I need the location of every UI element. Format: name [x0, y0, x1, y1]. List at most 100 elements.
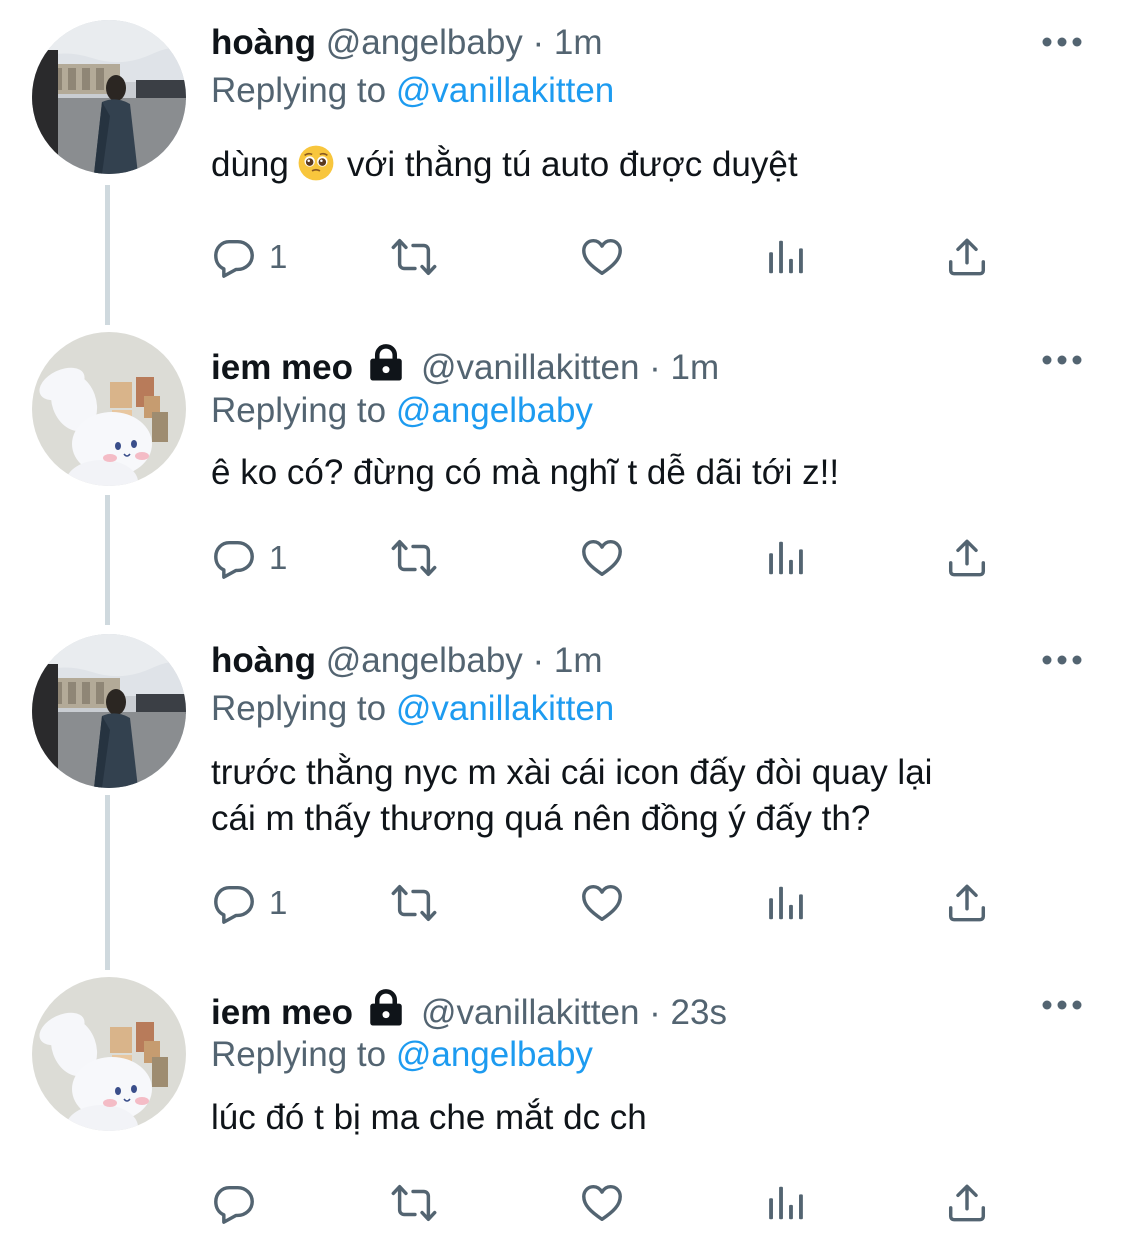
share-button[interactable] — [944, 1178, 990, 1228]
tweet-header: iem meo @vanillakitten · 1m — [211, 342, 719, 388]
heart-icon — [579, 535, 625, 581]
reply-icon — [211, 1180, 257, 1226]
avatar-image — [32, 634, 186, 788]
reply-to-handle-link[interactable]: @vanillakitten — [396, 689, 614, 728]
separator-dot: · — [649, 993, 661, 1032]
retweet-icon — [391, 880, 437, 926]
retweet-button[interactable] — [391, 878, 437, 928]
views-button[interactable] — [763, 232, 809, 282]
display-name[interactable]: iem meo — [211, 993, 353, 1032]
more-icon[interactable] — [1040, 997, 1084, 1013]
reply-button[interactable] — [211, 1178, 269, 1228]
tweet-text: ê ko có? đừng có mà nghĩ t dễ dãi tới z!… — [211, 453, 840, 492]
reply-to-handle-link[interactable]: @angelbaby — [396, 391, 593, 430]
reply-button[interactable]: 1 — [211, 232, 287, 282]
replying-to: Replying to @angelbaby — [211, 388, 593, 434]
more-icon[interactable] — [1040, 34, 1084, 50]
tweet-text-line: trước thằng nyc m xài cái icon đấy đòi q… — [211, 753, 933, 792]
tweet-text: trước thằng nyc m xài cái icon đấy đòi q… — [211, 750, 1061, 842]
views-button[interactable] — [763, 878, 809, 928]
share-icon — [944, 880, 990, 926]
separator-dot: · — [649, 348, 661, 387]
replying-to: Replying to @vanillakitten — [211, 68, 614, 114]
action-bar: 1 — [211, 533, 1011, 583]
replying-to-label: Replying to — [211, 1035, 387, 1074]
like-button[interactable] — [579, 232, 625, 282]
replying-to: Replying to @angelbaby — [211, 1032, 593, 1078]
retweet-icon — [391, 1180, 437, 1226]
lock-icon — [365, 342, 407, 384]
action-bar — [211, 1178, 1011, 1228]
share-button[interactable] — [944, 533, 990, 583]
retweet-button[interactable] — [391, 232, 437, 282]
analytics-icon — [763, 234, 809, 280]
avatar[interactable] — [32, 634, 186, 788]
more-icon[interactable] — [1040, 352, 1084, 368]
retweet-button[interactable] — [391, 1178, 437, 1228]
retweet-icon — [391, 234, 437, 280]
tweet[interactable]: iem meo @vanillakitten · 23s Replying to … — [0, 987, 1125, 1242]
replying-to-label: Replying to — [211, 689, 387, 728]
heart-icon — [579, 1180, 625, 1226]
reply-count: 1 — [269, 539, 288, 576]
more-icon[interactable] — [1040, 652, 1084, 668]
share-button[interactable] — [944, 878, 990, 928]
like-button[interactable] — [579, 878, 625, 928]
tweet-text-part: dùng — [211, 145, 289, 184]
timestamp[interactable]: 23s — [671, 993, 727, 1032]
display-name[interactable]: hoàng — [211, 23, 316, 62]
avatar-image — [32, 332, 186, 486]
tweet-header: hoàng @angelbaby · 1m — [211, 20, 603, 66]
pleading-face-emoji-icon — [297, 144, 335, 182]
reply-to-handle-link[interactable]: @vanillakitten — [396, 71, 614, 110]
views-button[interactable] — [763, 533, 809, 583]
reply-button[interactable]: 1 — [211, 878, 287, 928]
display-name[interactable]: iem meo — [211, 348, 353, 387]
analytics-icon — [763, 1180, 809, 1226]
share-icon — [944, 234, 990, 280]
analytics-icon — [763, 880, 809, 926]
avatar-image — [32, 977, 186, 1131]
tweet-text-line: cái m thấy thương quá nên đồng ý đấy th? — [211, 799, 871, 838]
share-button[interactable] — [944, 232, 990, 282]
tweet[interactable]: iem meo @vanillakitten · 1m Replying to @… — [0, 342, 1125, 612]
tweet-header: iem meo @vanillakitten · 23s — [211, 987, 727, 1033]
tweet[interactable]: hoàng @angelbaby · 1m Replying to @vanil… — [0, 20, 1125, 310]
user-handle[interactable]: @angelbaby — [326, 23, 523, 62]
retweet-icon — [391, 535, 437, 581]
avatar[interactable] — [32, 332, 186, 486]
like-button[interactable] — [579, 1178, 625, 1228]
tweet[interactable]: hoàng @angelbaby · 1m Replying to @vanil… — [0, 638, 1125, 948]
lock-icon — [365, 987, 407, 1029]
reply-count: 1 — [269, 238, 288, 275]
action-bar: 1 — [211, 232, 1011, 282]
retweet-button[interactable] — [391, 533, 437, 583]
avatar[interactable] — [32, 977, 186, 1131]
heart-icon — [579, 234, 625, 280]
tweet-text-part: với thằng tú auto được duyệt — [346, 145, 798, 184]
action-bar: 1 — [211, 878, 1011, 928]
reply-icon — [211, 880, 257, 926]
tweet-text: dùng với thằng tú auto được duyệt — [211, 142, 1061, 188]
timestamp[interactable]: 1m — [671, 348, 720, 387]
user-handle[interactable]: @angelbaby — [326, 641, 523, 680]
separator-dot: · — [532, 641, 545, 680]
reply-icon — [211, 234, 257, 280]
avatar-image — [32, 20, 186, 174]
user-handle[interactable]: @vanillakitten — [421, 348, 639, 387]
share-icon — [944, 1180, 990, 1226]
reply-button[interactable]: 1 — [211, 533, 287, 583]
like-button[interactable] — [579, 533, 625, 583]
replying-to-label: Replying to — [211, 391, 387, 430]
separator-dot: · — [532, 23, 545, 62]
replying-to-label: Replying to — [211, 71, 387, 110]
user-handle[interactable]: @vanillakitten — [421, 993, 639, 1032]
display-name[interactable]: hoàng — [211, 641, 316, 680]
timestamp[interactable]: 1m — [554, 641, 603, 680]
views-button[interactable] — [763, 1178, 809, 1228]
timestamp[interactable]: 1m — [554, 23, 603, 62]
replying-to: Replying to @vanillakitten — [211, 686, 614, 732]
reply-to-handle-link[interactable]: @angelbaby — [396, 1035, 593, 1074]
avatar[interactable] — [32, 20, 186, 174]
share-icon — [944, 535, 990, 581]
